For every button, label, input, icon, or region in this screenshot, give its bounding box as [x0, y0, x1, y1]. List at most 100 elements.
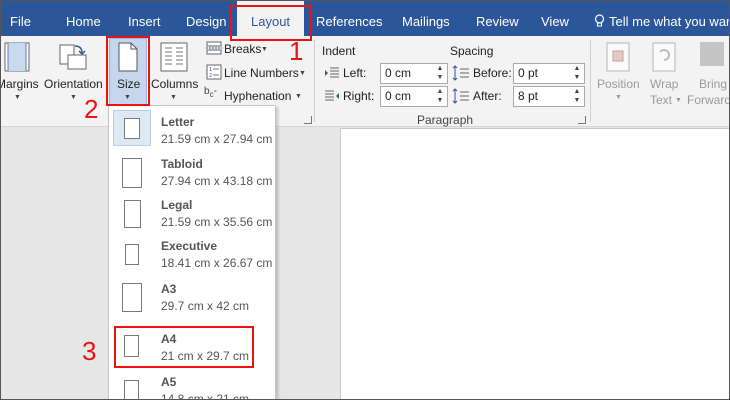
spacing-before-icon — [452, 65, 469, 81]
tab-insert[interactable]: Insert — [128, 0, 161, 36]
step-3-label: 3 — [82, 336, 97, 366]
orientation-icon — [59, 44, 87, 70]
bring-forward-icon — [700, 42, 724, 66]
size-option-legal[interactable]: Legal 21.59 cm x 35.56 cm — [109, 195, 275, 236]
highlight-a4-option — [114, 326, 254, 368]
spacing-after-input[interactable]: 8 pt ▲ ▼ — [513, 86, 585, 107]
position-button[interactable]: Position — [597, 77, 640, 91]
paragraph-launcher-icon[interactable] — [578, 116, 586, 124]
bring-forward-button-line1[interactable]: Bring — [699, 77, 727, 91]
size-option-name: A3 — [161, 282, 177, 296]
tell-me-box[interactable]: Tell me what you want — [594, 0, 730, 36]
size-option-dims: 29.7 cm x 42 cm — [161, 299, 250, 313]
indent-header: Indent — [322, 44, 356, 58]
spin-up-icon[interactable]: ▲ — [435, 87, 445, 96]
spin-down-icon[interactable]: ▼ — [572, 96, 582, 105]
line-numbers-button[interactable]: Line Numbers — [224, 66, 299, 80]
margins-icon — [4, 42, 30, 72]
tab-file[interactable]: File — [10, 0, 31, 36]
columns-dropdown-icon: ▼ — [170, 94, 177, 101]
size-option-dims: 27.94 cm x 43.18 cm — [161, 174, 273, 188]
page-thumbnail-icon — [122, 283, 142, 312]
indent-left-label: Left: — [343, 66, 367, 80]
hyphenation-icon: bc- — [204, 86, 217, 99]
breaks-icon — [206, 41, 222, 55]
tab-references[interactable]: References — [316, 0, 382, 36]
lightbulb-icon — [594, 14, 605, 27]
indent-left-input[interactable]: 0 cm ▲ ▼ — [380, 63, 448, 84]
tab-mailings[interactable]: Mailings — [402, 0, 450, 36]
spin-down-icon[interactable]: ▼ — [572, 73, 582, 82]
indent-right-label: Right: — [343, 89, 375, 103]
bring-forward-button-line2: Forward — [687, 93, 730, 107]
tab-design[interactable]: Design — [186, 0, 226, 36]
step-1-label: 1 — [289, 36, 304, 66]
tab-home[interactable]: Home — [66, 0, 101, 36]
page-thumbnail-icon — [124, 380, 139, 400]
size-option-name: A5 — [161, 375, 177, 389]
size-option-a3[interactable]: A3 29.7 cm x 42 cm — [109, 279, 275, 320]
page-setup-launcher-icon[interactable] — [304, 116, 312, 124]
indent-right-value: 0 cm — [385, 89, 412, 103]
columns-button[interactable]: Columns — [151, 77, 198, 91]
margins-button[interactable]: Margins — [0, 77, 39, 91]
tab-review[interactable]: Review — [476, 0, 519, 36]
size-option-letter[interactable]: Letter 21.59 cm x 27.94 cm — [109, 110, 275, 153]
spacing-after-label: After: — [473, 89, 502, 103]
page-thumbnail-icon — [124, 200, 141, 228]
indent-right-icon — [325, 90, 339, 101]
size-option-tabloid[interactable]: Tabloid 27.94 cm x 43.18 cm — [109, 154, 275, 195]
page-thumbnail-icon — [122, 158, 142, 188]
line-numbers-dropdown-icon: ▼ — [299, 70, 306, 77]
size-option-name: Legal — [161, 198, 193, 212]
size-option-name: Executive — [161, 239, 218, 253]
spacing-before-value: 0 pt — [518, 66, 539, 80]
indent-left-value: 0 cm — [385, 66, 412, 80]
tell-me-text: Tell me what you want — [609, 14, 730, 29]
size-option-dims: 21.59 cm x 35.56 cm — [161, 215, 273, 229]
spin-down-icon[interactable]: ▼ — [435, 73, 445, 82]
hyphenation-dropdown-icon: ▼ — [295, 93, 302, 100]
size-option-dims: 18.41 cm x 26.67 cm — [161, 256, 273, 270]
size-option-executive[interactable]: Executive 18.41 cm x 26.67 cm — [109, 236, 275, 277]
group-separator — [590, 40, 591, 122]
size-option-a5[interactable]: A5 14.8 cm x 21 cm — [109, 372, 275, 400]
position-icon — [606, 42, 630, 72]
wrap-text-button-line1[interactable]: Wrap — [650, 77, 678, 91]
document-page[interactable] — [340, 128, 730, 400]
indent-right-input[interactable]: 0 cm ▲ ▼ — [380, 86, 448, 107]
orientation-dropdown-icon: ▼ — [70, 94, 77, 101]
step-2-label: 2 — [84, 94, 99, 124]
orientation-button[interactable]: Orientation — [44, 77, 103, 91]
wrap-text-button-line2: Text — [650, 93, 673, 107]
size-option-dims: 21.59 cm x 27.94 cm — [161, 132, 273, 146]
page-thumbnail-icon — [125, 244, 139, 265]
spacing-before-label: Before: — [473, 66, 512, 80]
size-option-dims: 14.8 cm x 21 cm — [161, 392, 250, 400]
hyphenation-button[interactable]: Hyphenation — [224, 89, 291, 103]
ribbon-tab-bar: File Home Insert Design Layout Reference… — [0, 0, 730, 38]
spin-up-icon[interactable]: ▲ — [435, 64, 445, 73]
svg-text:2: 2 — [209, 73, 212, 79]
spacing-before-input[interactable]: 0 pt ▲ ▼ — [513, 63, 585, 84]
group-separator — [314, 40, 315, 122]
paragraph-group-label: Paragraph — [417, 113, 474, 127]
line-numbers-icon: 12 — [206, 64, 222, 80]
tab-view[interactable]: View — [541, 0, 569, 36]
size-option-name: Tabloid — [161, 157, 203, 171]
spin-down-icon[interactable]: ▼ — [435, 96, 445, 105]
spacing-after-value: 8 pt — [518, 89, 539, 103]
spin-up-icon[interactable]: ▲ — [572, 64, 582, 73]
breaks-dropdown-icon: ▼ — [261, 46, 268, 53]
breaks-button[interactable]: Breaks — [224, 42, 261, 56]
columns-icon — [160, 42, 188, 72]
size-option-name: Letter — [161, 115, 195, 129]
wrap-text-icon — [652, 42, 676, 72]
spacing-after-icon — [452, 88, 469, 104]
spacing-header: Spacing — [450, 44, 494, 58]
spin-up-icon[interactable]: ▲ — [572, 87, 582, 96]
wrap-text-dropdown-icon: ▼ — [675, 97, 682, 104]
indent-left-icon — [325, 67, 339, 78]
position-dropdown-icon: ▼ — [615, 94, 622, 101]
highlight-size-button — [106, 36, 150, 106]
